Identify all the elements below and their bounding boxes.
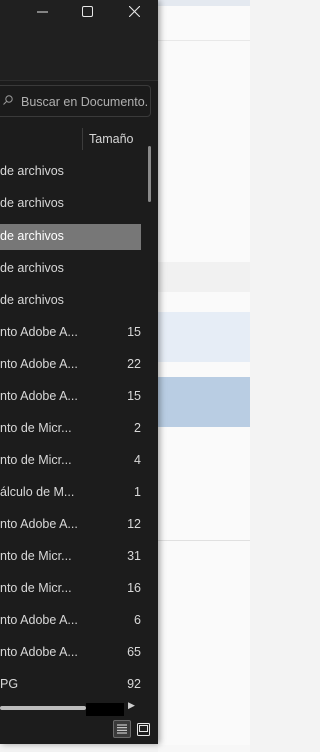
file-name: nto Adobe A... [0,645,78,659]
file-size: 15 [127,325,141,339]
file-row[interactable]: nto Adobe A... 22 [0,352,141,378]
minimize-button[interactable] [24,0,60,22]
file-size: 4 [134,453,141,467]
file-row[interactable]: de archivos [0,288,141,314]
close-button[interactable] [116,0,152,22]
file-size: 22 [127,357,141,371]
file-name: nto de Micr... [0,453,72,467]
file-name: de archivos [0,164,64,178]
file-name: álculo de M... [0,485,75,499]
file-row[interactable]: álculo de M... 1 [0,480,141,506]
scroll-right-icon[interactable]: ▶ [128,701,135,711]
bg-divider [158,540,250,541]
close-icon [128,5,140,17]
bg-divider [158,40,250,41]
file-size: 92 [127,677,141,691]
file-name: PG [0,677,19,691]
file-row[interactable]: nto Adobe A... 6 [0,608,141,634]
file-row[interactable]: nto de Micr... 2 [0,416,141,442]
file-row[interactable]: nto de Micr... 16 [0,576,141,602]
file-row[interactable]: de archivos [0,191,141,217]
file-explorer-window: Tamaño de archivos de archivos de archiv… [0,0,158,744]
file-row[interactable]: de archivos [0,159,141,185]
bg-row [158,262,250,292]
file-row[interactable]: nto Adobe A... 12 [0,512,141,538]
file-size: 16 [127,581,141,595]
minimize-icon [36,11,48,12]
file-name: nto Adobe A... [0,357,78,371]
file-row[interactable]: de archivos [0,256,141,282]
file-name: nto Adobe A... [0,613,78,627]
maximize-icon [81,5,93,17]
bg-bottom [158,745,250,752]
file-size: 65 [127,645,141,659]
file-size: 1 [134,485,141,499]
status-bar [0,716,158,744]
file-row[interactable]: nto de Micr... 31 [0,544,141,570]
file-row-selected[interactable]: de archivos [0,224,141,250]
toolbar-divider [0,80,158,81]
column-divider[interactable] [82,128,83,150]
file-row[interactable]: nto Adobe A... 15 [0,384,141,410]
file-size: 15 [127,389,141,403]
background-app [158,0,250,752]
file-name: nto Adobe A... [0,325,78,339]
file-name: de archivos [0,261,64,275]
redacted-block [86,703,124,717]
details-view-icon [117,724,127,734]
file-name: nto de Micr... [0,549,72,563]
file-name: de archivos [0,196,64,210]
file-size: 12 [127,517,141,531]
size-column-header[interactable]: Tamaño [89,132,133,146]
file-name: nto de Micr... [0,421,72,435]
file-name: de archivos [0,229,64,243]
bg-row-highlight [158,312,250,362]
file-size: 2 [134,421,141,435]
title-bar [0,0,158,80]
maximize-button[interactable] [69,0,105,22]
horizontal-scrollbar[interactable]: ▶ [0,701,140,717]
file-row[interactable]: nto Adobe A... 65 [0,640,141,666]
search-input[interactable] [19,90,151,114]
file-name: nto de Micr... [0,581,72,595]
file-name: de archivos [0,293,64,307]
vertical-scrollbar[interactable] [148,146,151,202]
file-name: nto Adobe A... [0,389,78,403]
tiles-view-icon [136,722,150,736]
search-box[interactable] [0,85,151,117]
details-view-button[interactable] [113,720,131,738]
tiles-view-button[interactable] [134,720,152,738]
file-row[interactable]: nto de Micr... 4 [0,448,141,474]
file-row[interactable]: PG 92 [0,672,141,698]
bg-top-bar [158,0,250,6]
file-size: 31 [127,549,141,563]
file-name: nto Adobe A... [0,517,78,531]
file-row[interactable]: nto Adobe A... 15 [0,320,141,346]
bg-row-selected [158,377,250,427]
column-header: Tamaño [0,126,158,156]
horizontal-scroll-thumb[interactable] [0,706,86,710]
search-icon [3,95,13,105]
file-size: 6 [134,613,141,627]
